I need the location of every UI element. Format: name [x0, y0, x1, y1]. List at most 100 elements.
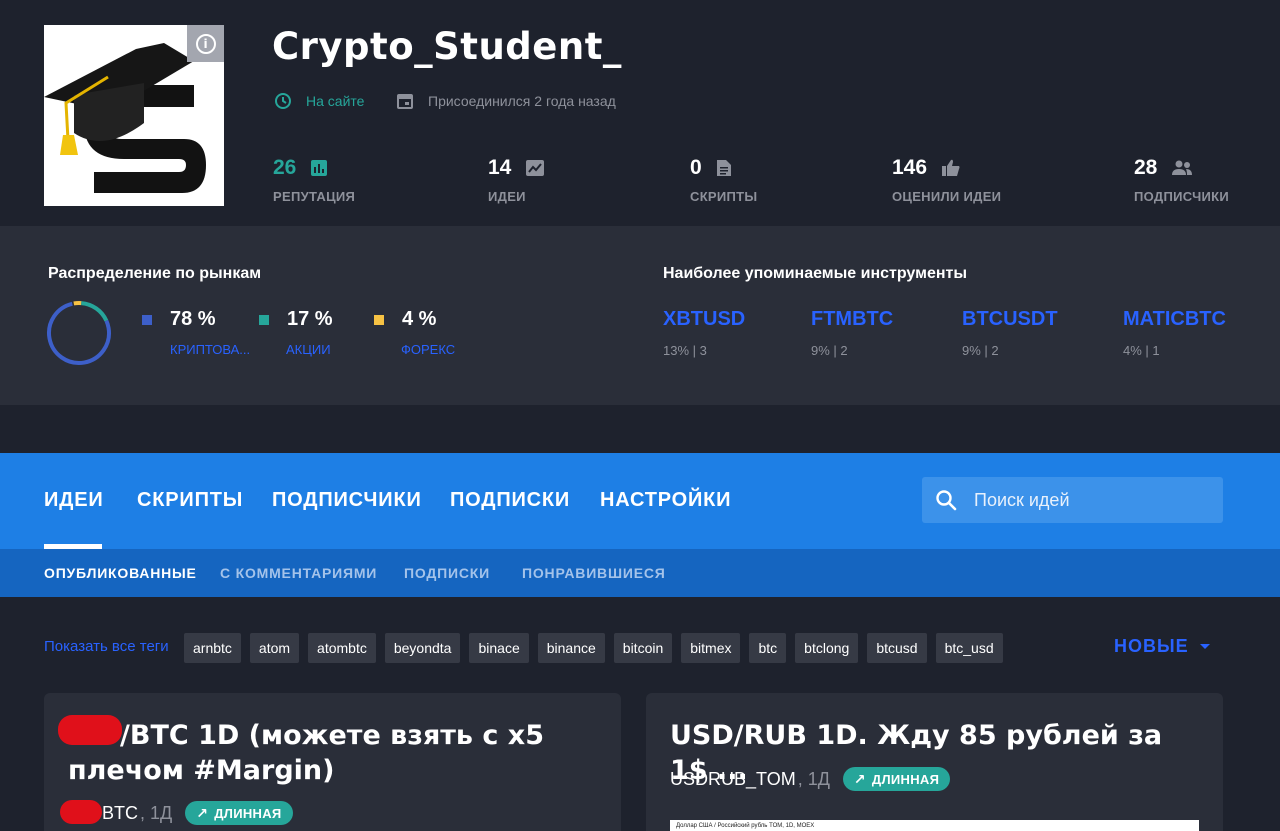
- followers-value: 28: [1134, 156, 1158, 179]
- tag-chip[interactable]: beyondta: [384, 633, 461, 663]
- likes-label: ОЦЕНИЛИ ИДЕИ: [892, 189, 1002, 204]
- avatar[interactable]: i: [44, 25, 224, 206]
- arrow-up-right-icon: ↗: [853, 770, 866, 787]
- people-icon: [1171, 160, 1193, 176]
- tab-ideas[interactable]: ИДЕИ: [44, 489, 104, 512]
- status-text: На сайте: [306, 93, 365, 109]
- subtab-subscriptions[interactable]: ПОДПИСКИ: [404, 565, 490, 581]
- tag-chip[interactable]: btclong: [795, 633, 859, 663]
- tag-chip[interactable]: atombtc: [308, 633, 376, 663]
- redaction-mark: [60, 800, 102, 824]
- subtab-published[interactable]: ОПУБЛИКОВАННЫЕ: [44, 565, 197, 581]
- instrument-item[interactable]: BTCUSDT 9% | 2: [962, 308, 1058, 358]
- stat-reputation[interactable]: 26 РЕПУТАЦИЯ: [273, 156, 355, 204]
- instrument-symbol[interactable]: FTMBTC: [811, 308, 893, 331]
- donut-slice: [47, 301, 111, 365]
- search-input[interactable]: [974, 489, 1204, 511]
- thumbs-up-icon: [941, 159, 961, 177]
- stat-followers[interactable]: 28 ПОДПИСЧИКИ: [1134, 156, 1229, 204]
- chart-preview[interactable]: Доллар США / Российский рубль TOM, 1D, M…: [670, 820, 1199, 831]
- subtab-liked[interactable]: ПОНРАВИВШИЕСЯ: [522, 565, 666, 581]
- sort-label: НОВЫЕ: [1114, 636, 1189, 656]
- instrument-symbol[interactable]: MATICBTC: [1123, 308, 1226, 331]
- idea-card[interactable]: USD/RUB 1D. Жду 85 рублей за 1$ ... USDR…: [646, 693, 1223, 831]
- idea-meta: USDRUB_TOM , 1Д ↗ ДЛИННАЯ: [670, 767, 951, 791]
- likes-value: 146: [892, 156, 928, 179]
- instrument-count: 9% | 2: [962, 343, 999, 358]
- stocks-label: АКЦИИ: [286, 342, 331, 357]
- joined-text: Присоединился 2 года назад: [428, 93, 616, 109]
- forex-pct: 4 %: [402, 308, 437, 330]
- instrument-item[interactable]: MATICBTC 4% | 1: [1123, 308, 1226, 358]
- idea-search[interactable]: [922, 477, 1223, 523]
- instrument-item[interactable]: XBTUSD 13% | 3: [663, 308, 745, 358]
- donut-slice: [47, 301, 111, 365]
- badge-label: ДЛИННАЯ: [871, 771, 940, 787]
- ideas-label: ИДЕИ: [488, 189, 526, 204]
- scripts-value: 0: [690, 156, 702, 179]
- instrument-symbol[interactable]: BTCUSDT: [962, 308, 1058, 331]
- ideas-value: 14: [488, 156, 512, 179]
- subtab-with-comments[interactable]: С КОММЕНТАРИЯМИ: [220, 565, 377, 581]
- tab-settings[interactable]: НАСТРОЙКИ: [600, 489, 731, 512]
- online-status: На сайте: [274, 92, 364, 110]
- idea-meta: BTC , 1Д ↗ ДЛИННАЯ: [102, 801, 293, 825]
- info-icon: i: [195, 33, 216, 54]
- tag-chip[interactable]: btc_usd: [935, 633, 1003, 663]
- tab-following[interactable]: ПОДПИСКИ: [450, 489, 570, 512]
- market-segment-forex[interactable]: 4 % ФОРЕКС: [374, 308, 455, 357]
- chart-line-icon: [525, 159, 545, 177]
- idea-timeframe: , 1Д: [140, 802, 173, 823]
- tab-scripts[interactable]: СКРИПТЫ: [137, 489, 243, 512]
- chevron-down-icon: [1199, 644, 1210, 649]
- stat-scripts[interactable]: 0 СКРИПТЫ: [690, 156, 757, 204]
- tag-chip[interactable]: arnbtc: [184, 633, 241, 663]
- chart-preview-caption: Доллар США / Российский рубль TOM, 1D, M…: [676, 823, 815, 829]
- market-segment-stocks[interactable]: 17 % АКЦИИ: [259, 308, 333, 357]
- tag-chip[interactable]: atom: [249, 633, 300, 663]
- stat-ideas[interactable]: 14 ИДЕИ: [488, 156, 545, 204]
- stocks-color-swatch: [259, 314, 269, 325]
- clock-icon: [275, 93, 291, 109]
- instrument-symbol[interactable]: XBTUSD: [663, 308, 745, 331]
- scripts-label: СКРИПТЫ: [690, 189, 758, 204]
- idea-timeframe: , 1Д: [797, 768, 830, 789]
- sort-dropdown[interactable]: НОВЫЕ: [1114, 636, 1210, 657]
- market-distribution-title: Распределение по рынкам: [48, 265, 262, 282]
- crypto-color-swatch: [142, 314, 152, 325]
- idea-title[interactable]: /BTC 1D (можете взять с x5 плечом #Margi…: [68, 718, 598, 788]
- bar-chart-icon: [310, 159, 328, 177]
- document-icon: [716, 159, 732, 177]
- badge-label: ДЛИННАЯ: [214, 805, 282, 821]
- idea-symbol[interactable]: USDRUB_TOM: [670, 769, 796, 790]
- ideas-subtabs-bar: ОПУБЛИКОВАННЫЕ С КОММЕНТАРИЯМИ ПОДПИСКИ …: [0, 549, 1280, 597]
- long-badge: ↗ ДЛИННАЯ: [842, 767, 951, 791]
- calendar-icon: [397, 94, 413, 109]
- tag-chip[interactable]: binace: [469, 633, 529, 663]
- reputation-label: РЕПУТАЦИЯ: [273, 189, 356, 204]
- market-segment-crypto[interactable]: 78 % КРИПТОВА...: [142, 308, 250, 357]
- followers-label: ПОДПИСЧИКИ: [1134, 189, 1230, 204]
- info-button[interactable]: i: [187, 25, 224, 62]
- reputation-value: 26: [273, 156, 297, 179]
- tag-chip[interactable]: bitmex: [681, 633, 741, 663]
- idea-symbol[interactable]: BTC: [102, 803, 138, 824]
- profile-header: i Crypto_Student_ На сайте Присоединился…: [0, 0, 1280, 226]
- crypto-pct: 78 %: [170, 308, 216, 330]
- forex-label: ФОРЕКС: [401, 342, 456, 357]
- instrument-item[interactable]: FTMBTC 9% | 2: [811, 308, 893, 358]
- donut-slice: [47, 301, 111, 365]
- tag-chip[interactable]: binance: [537, 633, 605, 663]
- tag-chip[interactable]: btc: [749, 633, 787, 663]
- tag-chip[interactable]: btcusd: [867, 633, 927, 663]
- instrument-count: 13% | 3: [663, 343, 707, 358]
- stat-likes[interactable]: 146 ОЦЕНИЛИ ИДЕИ: [892, 156, 1001, 204]
- long-badge: ↗ ДЛИННАЯ: [185, 801, 293, 825]
- tab-followers[interactable]: ПОДПИСЧИКИ: [272, 489, 422, 512]
- show-all-tags-link[interactable]: Показать все теги: [44, 638, 169, 655]
- tag-chip[interactable]: bitcoin: [613, 633, 673, 663]
- idea-card[interactable]: /BTC 1D (можете взять с x5 плечом #Margi…: [44, 693, 621, 831]
- instrument-count: 4% | 1: [1123, 343, 1160, 358]
- stocks-pct: 17 %: [287, 308, 333, 330]
- crypto-label: КРИПТОВА...: [170, 342, 251, 357]
